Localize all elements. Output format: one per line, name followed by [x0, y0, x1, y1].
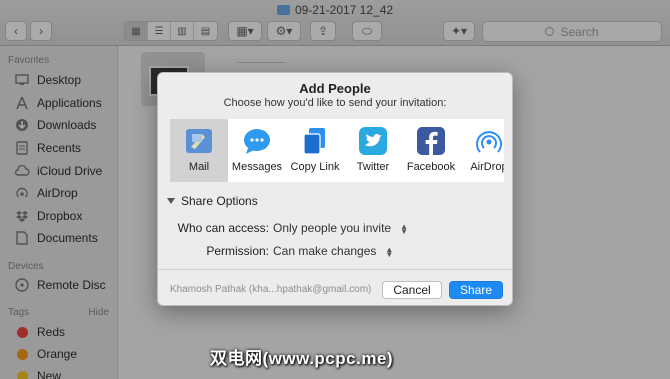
dialog-divider — [158, 269, 512, 270]
share-target-messages[interactable]: Messages — [228, 119, 286, 182]
who-can-access-select[interactable]: Only people you invite ▲ ▼ — [273, 221, 408, 235]
share-target-mail[interactable]: Mail — [170, 119, 228, 182]
airdrop-icon — [474, 126, 504, 156]
share-options-disclosure[interactable]: Share Options — [167, 194, 258, 208]
updown-arrows-icon: ▲ ▼ — [400, 221, 408, 236]
permission-label: Permission: — [206, 244, 269, 258]
who-can-access-row: Who can access: Only people you invite ▲ ▼ — [158, 219, 408, 237]
facebook-icon — [416, 126, 446, 156]
updown-arrows-icon: ▲ ▼ — [385, 244, 394, 259]
share-button[interactable]: Share — [449, 281, 503, 299]
disclosure-triangle-icon — [167, 198, 175, 204]
twitter-icon — [358, 126, 388, 156]
share-target-copy-link[interactable]: Copy Link — [286, 119, 344, 182]
dialog-subtitle: Choose how you'd like to send your invit… — [223, 97, 447, 109]
share-target-facebook[interactable]: Facebook — [402, 119, 460, 182]
account-email: Khamosh Pathak (kha...hpathak@gmail.com) — [170, 284, 372, 295]
add-people-dialog: Add People Choose how you'd like to send… — [157, 72, 513, 306]
permission-row: Permission: Can make changes ▲ ▼ — [158, 242, 393, 260]
mail-icon — [184, 126, 214, 156]
share-target-twitter[interactable]: Twitter — [344, 119, 402, 182]
dialog-title: Add People — [299, 81, 371, 96]
share-target-airdrop[interactable]: AirDrop — [460, 119, 504, 182]
who-can-access-label: Who can access: — [177, 221, 269, 235]
share-targets-strip: Mail Messages Copy Link Twitter Facebook… — [170, 119, 504, 182]
watermark: 双电网(www.pcpc.me) — [210, 349, 394, 368]
cancel-button[interactable]: Cancel — [382, 281, 442, 299]
messages-icon — [242, 126, 272, 156]
permission-select[interactable]: Can make changes ▲ ▼ — [273, 244, 393, 258]
copy-link-icon — [300, 126, 330, 156]
